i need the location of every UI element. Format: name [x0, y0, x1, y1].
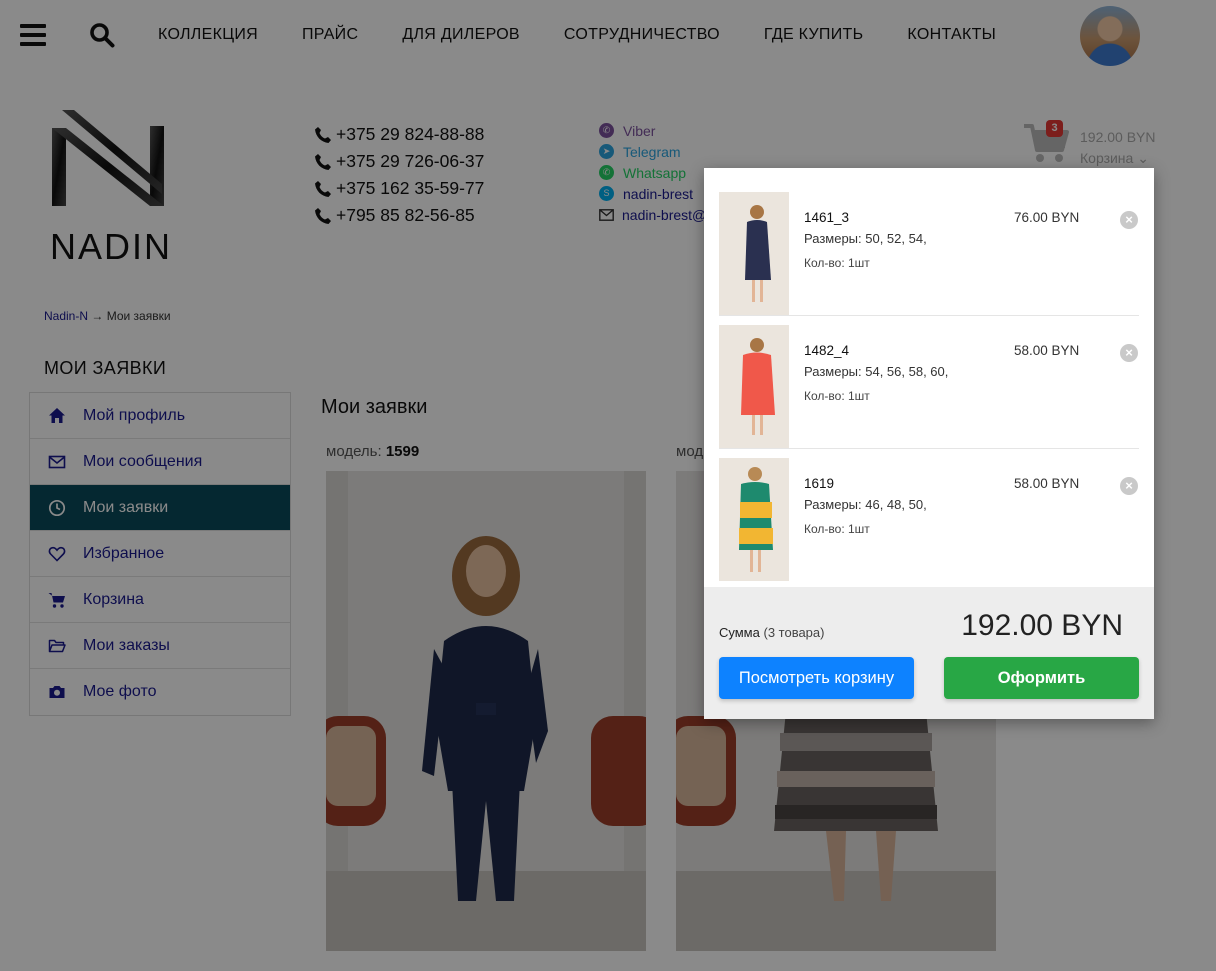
cart-item-code[interactable]: 1461_3	[804, 210, 849, 225]
sum-label: Сумма (3 товара)	[719, 625, 824, 640]
cart-item-qty: Кол-во: 1шт	[804, 256, 870, 270]
cart-item: 1619 Размеры: 46, 48, 50, Кол-во: 1шт 58…	[719, 449, 1139, 582]
close-icon: ×	[1125, 478, 1133, 493]
cart-item-thumbnail[interactable]	[719, 325, 789, 448]
cart-item-thumbnail[interactable]	[719, 458, 789, 581]
cart-item-price: 58.00 BYN	[1014, 343, 1080, 358]
cart-item-code[interactable]: 1619	[804, 476, 834, 491]
remove-item-button[interactable]: ×	[1120, 344, 1138, 362]
view-cart-button[interactable]: Посмотреть корзину	[719, 657, 914, 699]
cart-item-sizes: Размеры: 46, 48, 50,	[804, 497, 927, 512]
cart-item-price: 76.00 BYN	[1014, 210, 1080, 225]
sum-text: Сумма	[719, 625, 760, 640]
cart-item-sizes: Размеры: 50, 52, 54,	[804, 231, 927, 246]
cart-item-sizes: Размеры: 54, 56, 58, 60,	[804, 364, 949, 379]
cart-item-thumbnail[interactable]	[719, 192, 789, 315]
cart-item-code[interactable]: 1482_4	[804, 343, 849, 358]
close-icon: ×	[1125, 345, 1133, 360]
sum-count: (3 товара)	[763, 625, 825, 640]
close-icon: ×	[1125, 212, 1133, 227]
cart-dropdown: 1461_3 Размеры: 50, 52, 54, Кол-во: 1шт …	[704, 168, 1154, 719]
cart-item-image	[719, 192, 789, 315]
cart-item-price: 58.00 BYN	[1014, 476, 1080, 491]
cart-item: 1461_3 Размеры: 50, 52, 54, Кол-во: 1шт …	[719, 183, 1139, 316]
cart-item-qty: Кол-во: 1шт	[804, 389, 870, 403]
cart-item-qty: Кол-во: 1шт	[804, 522, 870, 536]
remove-item-button[interactable]: ×	[1120, 211, 1138, 229]
checkout-button[interactable]: Оформить	[944, 657, 1139, 699]
cart-item-image	[719, 325, 789, 448]
sum-value: 192.00 BYN	[961, 609, 1123, 642]
cart-summary: Сумма (3 товара) 192.00 BYN Посмотреть к…	[704, 587, 1154, 719]
cart-item: 1482_4 Размеры: 54, 56, 58, 60, Кол-во: …	[719, 316, 1139, 449]
cart-item-image	[719, 458, 789, 581]
remove-item-button[interactable]: ×	[1120, 477, 1138, 495]
